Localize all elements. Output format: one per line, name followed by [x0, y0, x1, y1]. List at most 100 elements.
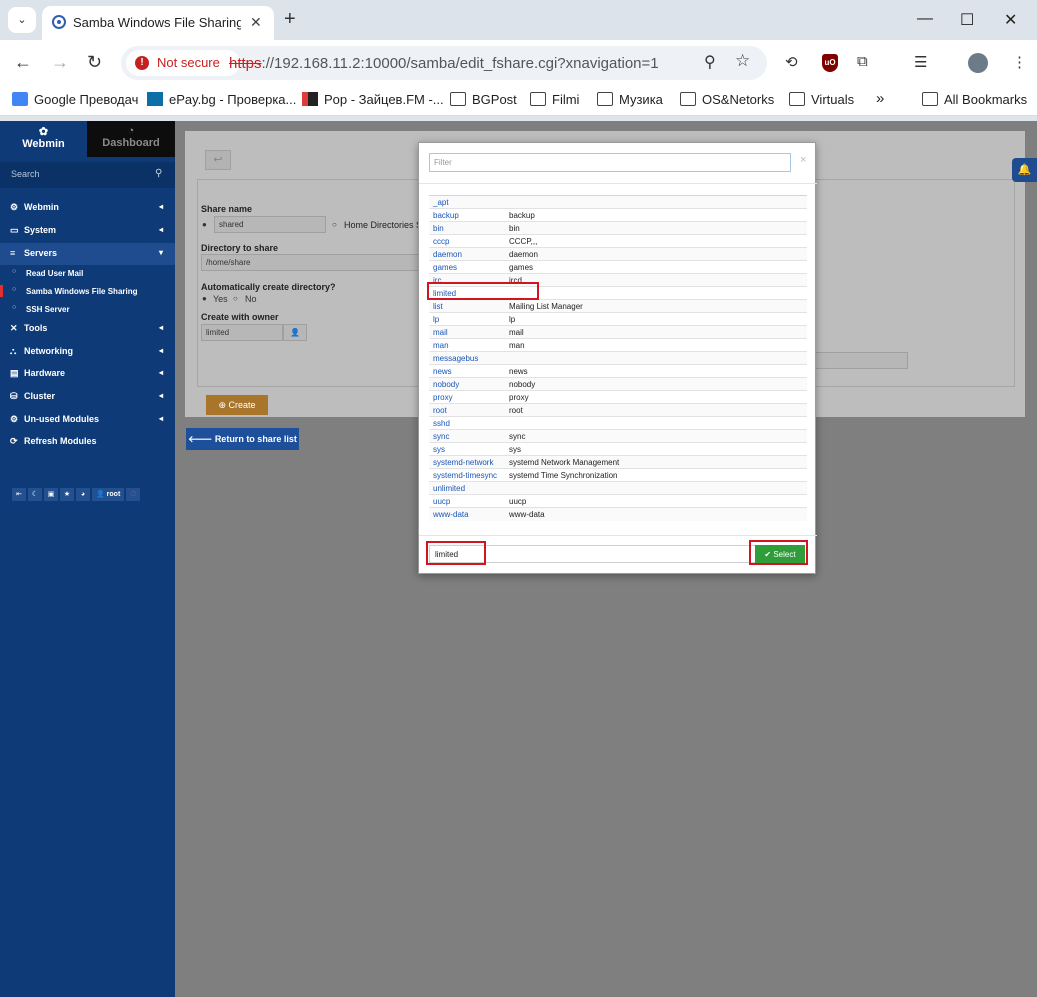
username-link[interactable]: daemon: [429, 247, 505, 261]
tab-close-icon[interactable]: ✕: [250, 14, 262, 31]
auto-create-yes-radio[interactable]: ●: [202, 294, 207, 303]
bookmark-folder-osnetorks[interactable]: OS&Netorks: [680, 92, 774, 107]
history-sync-icon[interactable]: ⟲: [785, 53, 798, 71]
logout-icon[interactable]: ⏻: [126, 488, 141, 501]
favorites-star-icon[interactable]: ★: [60, 488, 74, 501]
back-arrow-icon[interactable]: ←: [14, 52, 32, 73]
user-row[interactable]: _apt: [429, 195, 807, 209]
sidebar-item-webmin[interactable]: ⚙ Webmin ◂: [0, 197, 175, 219]
terminal-icon[interactable]: ▣: [44, 488, 58, 501]
share-name-radio[interactable]: ●: [202, 220, 207, 229]
extensions-puzzle-icon[interactable]: ⧉: [857, 53, 868, 70]
username-link[interactable]: uucp: [429, 494, 505, 508]
sidebar-subitem-ssh-server[interactable]: SSH Server: [26, 305, 70, 314]
directory-input[interactable]: /home/share: [201, 254, 421, 271]
username-link[interactable]: bin: [429, 221, 505, 235]
username-link[interactable]: man: [429, 338, 505, 352]
username-link[interactable]: proxy: [429, 390, 505, 404]
username-link[interactable]: root: [429, 403, 505, 417]
url-text[interactable]: https://192.168.11.2:10000/samba/edit_fs…: [229, 55, 659, 72]
filter-input[interactable]: Filter: [429, 153, 791, 172]
forward-arrow-icon[interactable]: →: [51, 52, 69, 73]
user-row[interactable]: mail mail: [429, 325, 807, 339]
user-row[interactable]: messagebus: [429, 351, 807, 365]
user-picker-icon[interactable]: 👤: [283, 324, 307, 341]
modal-close-icon[interactable]: ×: [800, 154, 806, 166]
minimize-button[interactable]: —: [917, 10, 933, 28]
sidebar-item-hardware[interactable]: ▤ Hardware ◂: [0, 363, 175, 385]
username-link[interactable]: lp: [429, 312, 505, 326]
user-row[interactable]: sync sync: [429, 429, 807, 443]
tab-webmin[interactable]: ✿ Webmin: [0, 121, 87, 157]
theme-palette-icon[interactable]: ◕: [76, 488, 90, 501]
ublock-extension-icon[interactable]: uO: [822, 54, 838, 72]
create-button[interactable]: ⊕ Create: [206, 395, 268, 415]
zoom-magnifier-icon[interactable]: ⚲: [704, 52, 716, 72]
user-row[interactable]: unlimited: [429, 481, 807, 495]
username-link[interactable]: systemd-timesync: [429, 468, 505, 482]
sidebar-item-servers[interactable]: ≡ Servers ▾: [0, 243, 175, 265]
night-mode-icon[interactable]: ☾: [28, 488, 42, 501]
bookmark-folder-muzika[interactable]: Музика: [597, 92, 663, 107]
user-row[interactable]: daemon daemon: [429, 247, 807, 261]
username-link[interactable]: cccp: [429, 234, 505, 248]
bookmark-folder-virtuals[interactable]: Virtuals: [789, 92, 854, 107]
user-root-button[interactable]: 👤 root: [92, 488, 125, 501]
share-name-input[interactable]: shared: [214, 216, 326, 233]
username-link[interactable]: unlimited: [429, 481, 505, 495]
more-bookmarks-chevron-icon[interactable]: »: [876, 90, 884, 107]
profile-avatar[interactable]: [968, 53, 988, 73]
username-link[interactable]: backup: [429, 208, 505, 222]
username-link[interactable]: games: [429, 260, 505, 274]
username-link[interactable]: sync: [429, 429, 505, 443]
return-to-share-list-button[interactable]: 🡐 Return to share list: [186, 428, 299, 450]
user-row[interactable]: sshd: [429, 416, 807, 430]
user-row[interactable]: man man: [429, 338, 807, 352]
user-row[interactable]: systemd-network systemd Network Managemen…: [429, 455, 807, 469]
security-chip[interactable]: ! Not secure: [126, 50, 240, 76]
user-row[interactable]: sys sys: [429, 442, 807, 456]
user-row[interactable]: games games: [429, 260, 807, 274]
close-window-button[interactable]: ✕: [1004, 10, 1017, 30]
user-row[interactable]: backup backup: [429, 208, 807, 222]
user-row[interactable]: www-data www-data: [429, 507, 807, 521]
username-link[interactable]: nobody: [429, 377, 505, 391]
user-row[interactable]: cccp CCCP,,,: [429, 234, 807, 248]
bookmark-zaycev-fm[interactable]: Pop - Зайцев.FM -...: [302, 92, 444, 107]
bookmark-star-icon[interactable]: ☆: [735, 51, 750, 71]
sidebar-subitem-samba[interactable]: Samba Windows File Sharing: [26, 287, 138, 296]
sidebar-item-tools[interactable]: ✕ Tools ◂: [0, 318, 175, 340]
user-row[interactable]: news news: [429, 364, 807, 378]
username-link[interactable]: sys: [429, 442, 505, 456]
bookmark-epay[interactable]: ePay.bg - Проверка...: [147, 92, 296, 107]
back-button[interactable]: ↩: [205, 150, 231, 170]
sidebar-item-system[interactable]: ▭ System ◂: [0, 220, 175, 242]
username-link[interactable]: sshd: [429, 416, 505, 430]
user-row[interactable]: bin bin: [429, 221, 807, 235]
notification-bell-icon[interactable]: 🔔: [1012, 158, 1037, 182]
username-link[interactable]: news: [429, 364, 505, 378]
auto-create-no-radio[interactable]: ○: [233, 294, 238, 303]
sidebar-item-networking[interactable]: ⛬ Networking ◂: [0, 341, 175, 363]
user-row[interactable]: list Mailing List Manager: [429, 299, 807, 313]
user-row[interactable]: uucp uucp: [429, 494, 807, 508]
user-row[interactable]: nobody nobody: [429, 377, 807, 391]
sidebar-item-unused-modules[interactable]: ⚙ Un-used Modules ◂: [0, 409, 175, 431]
reading-list-icon[interactable]: ☰: [914, 53, 927, 71]
bookmark-google-translate[interactable]: Google Преводач: [12, 92, 138, 107]
new-tab-button[interactable]: +: [284, 8, 296, 31]
username-link[interactable]: www-data: [429, 507, 505, 521]
sidebar-item-cluster[interactable]: ⛁ Cluster ◂: [0, 386, 175, 408]
collapse-icon[interactable]: ⇤: [12, 488, 26, 501]
home-dirs-radio[interactable]: ○: [332, 220, 337, 229]
user-row[interactable]: root root: [429, 403, 807, 417]
reload-icon[interactable]: ↻: [87, 52, 102, 73]
user-row[interactable]: lp lp: [429, 312, 807, 326]
all-bookmarks[interactable]: All Bookmarks: [922, 92, 1027, 107]
bookmark-folder-filmi[interactable]: Filmi: [530, 92, 579, 107]
user-row[interactable]: systemd-timesync systemd Time Synchroniza…: [429, 468, 807, 482]
username-link[interactable]: messagebus: [429, 351, 505, 365]
sidebar-search-input[interactable]: Search ⚲: [0, 162, 175, 188]
username-link[interactable]: _apt: [429, 195, 505, 209]
browser-menu-icon[interactable]: ⋮: [1012, 53, 1027, 71]
